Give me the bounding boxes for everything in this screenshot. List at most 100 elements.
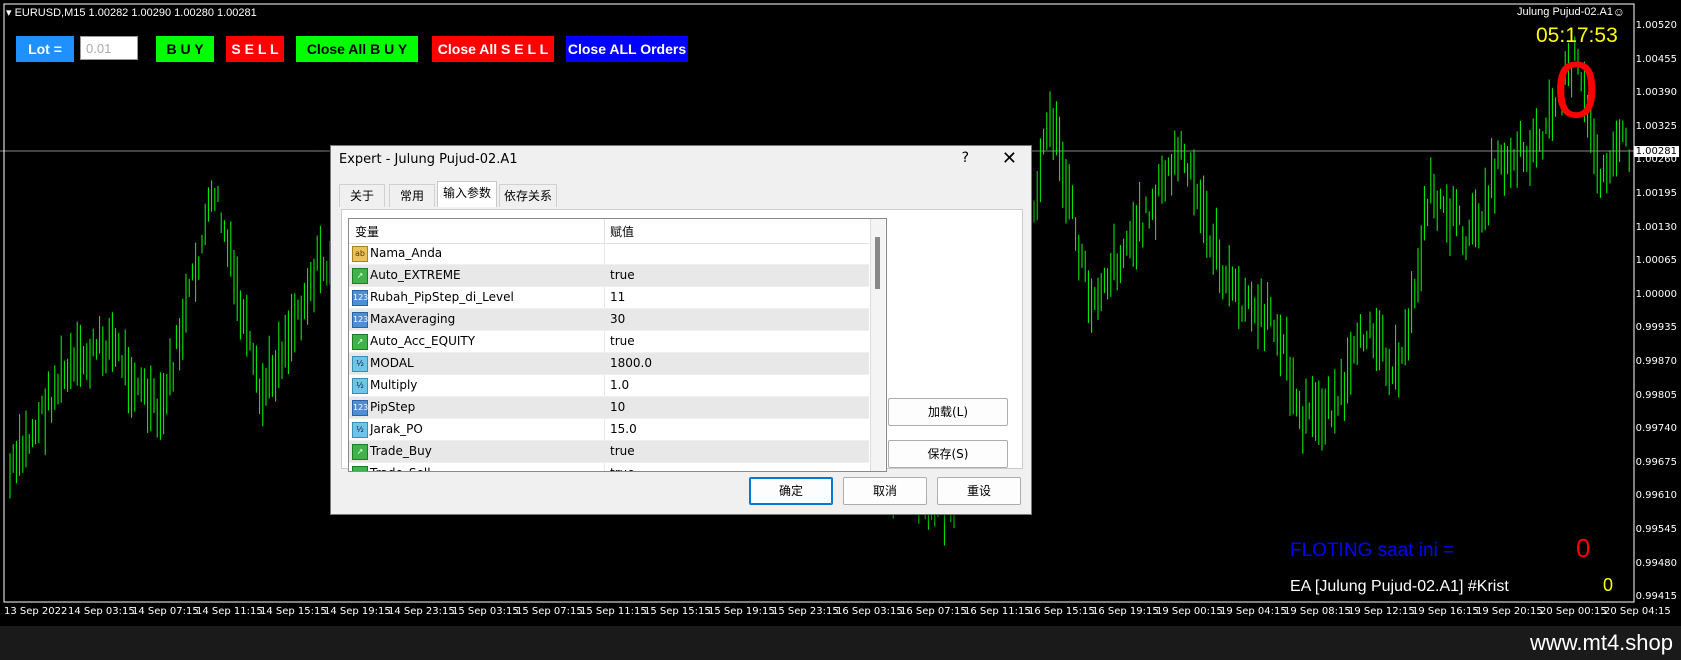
param-row[interactable]: ab Nama_Anda xyxy=(349,243,869,265)
integer-icon: 123 xyxy=(352,312,368,328)
param-value[interactable]: 30 xyxy=(610,312,625,326)
time-label: 14 Sep 11:15 xyxy=(196,606,263,617)
buy-button[interactable]: B U Y xyxy=(156,36,214,62)
price-label: 1.00325 xyxy=(1635,120,1677,132)
param-value[interactable]: 15.0 xyxy=(610,422,637,436)
time-label: 19 Sep 16:15 xyxy=(1412,606,1479,617)
expert-dialog: Expert - Julung Pujud-02.A1 ? ✕ 关于 常用 输入… xyxy=(330,145,1032,515)
floating-value: 0 xyxy=(1576,533,1591,563)
smiley-icon[interactable]: ☺ xyxy=(1613,5,1625,19)
param-name: Trade_Sell xyxy=(370,466,431,471)
param-row[interactable]: ↗Trade_Sell true xyxy=(349,463,869,471)
param-value[interactable]: 11 xyxy=(610,290,625,304)
param-value[interactable]: true xyxy=(610,334,635,348)
tab-about[interactable]: 关于 xyxy=(339,184,385,207)
time-label: 19 Sep 12:15 xyxy=(1348,606,1415,617)
time-label: 16 Sep 11:15 xyxy=(964,606,1031,617)
time-label: 15 Sep 11:15 xyxy=(580,606,647,617)
close-all-orders-button[interactable]: Close ALL Orders xyxy=(566,36,688,62)
time-label: 16 Sep 07:15 xyxy=(900,606,967,617)
double-icon: ½ xyxy=(352,378,368,394)
cancel-button[interactable]: 取消 xyxy=(843,477,927,505)
ok-button[interactable]: 确定 xyxy=(749,477,833,505)
param-row[interactable]: ½ Jarak_PO 15.0 xyxy=(349,419,869,441)
param-row[interactable]: ↗ Auto_EXTREME true xyxy=(349,265,869,287)
price-label: 0.99610 xyxy=(1635,490,1677,502)
time-label: 20 Sep 00:15 xyxy=(1540,606,1607,617)
time-label: 19 Sep 04:15 xyxy=(1220,606,1287,617)
floating-label: FLOTING saat ini = xyxy=(1290,540,1455,561)
current-price: 1.00281 xyxy=(1633,146,1679,157)
lot-input[interactable]: 0.01 xyxy=(80,36,138,60)
param-name: MODAL xyxy=(370,356,414,370)
column-value[interactable]: 赋值 xyxy=(610,223,634,240)
integer-icon: 123 xyxy=(352,400,368,416)
close-all-sell-button[interactable]: Close All S E L L xyxy=(432,36,554,62)
time-label: 19 Sep 20:15 xyxy=(1476,606,1543,617)
param-row[interactable]: ½ Multiply 1.0 xyxy=(349,375,869,397)
param-row[interactable]: ½ MODAL 1800.0 xyxy=(349,353,869,375)
price-label: 0.99935 xyxy=(1635,322,1677,334)
save-button[interactable]: 保存(S) xyxy=(888,440,1008,468)
param-value[interactable]: 10 xyxy=(610,400,625,414)
param-row[interactable]: ↗ Trade_Buy true xyxy=(349,441,869,463)
integer-icon: 123 xyxy=(352,290,368,306)
bottom-bar xyxy=(0,626,1681,660)
close-icon[interactable]: ✕ xyxy=(1002,148,1017,169)
param-value[interactable]: 1800.0 xyxy=(610,356,652,370)
close-all-buy-button[interactable]: Close All B U Y xyxy=(296,36,418,62)
price-label: 1.00390 xyxy=(1635,87,1677,99)
time-label: 16 Sep 15:15 xyxy=(1028,606,1095,617)
load-button[interactable]: 加载(L) xyxy=(888,398,1008,426)
price-label: 0.99740 xyxy=(1635,423,1677,435)
watermark: www.mt4.shop xyxy=(1529,630,1673,655)
param-value[interactable]: true xyxy=(610,466,635,471)
ea-name-top: Julung Pujud-02.A1 xyxy=(1516,6,1613,18)
param-row[interactable]: 123 MaxAveraging 30 xyxy=(349,309,869,331)
ea-footer-value: 0 xyxy=(1603,575,1614,595)
time-label: 14 Sep 15:15 xyxy=(260,606,327,617)
time-label: 15 Sep 15:15 xyxy=(644,606,711,617)
param-row[interactable]: ↗ Auto_Acc_EQUITY true xyxy=(349,331,869,353)
time-label: 14 Sep 07:15 xyxy=(132,606,199,617)
string-icon: ab xyxy=(352,246,368,262)
price-label: 1.00065 xyxy=(1635,255,1677,267)
tab-dependencies[interactable]: 依存关系 xyxy=(499,184,557,207)
vertical-scrollbar[interactable] xyxy=(870,219,885,471)
tab-inputs[interactable]: 输入参数 xyxy=(437,181,497,207)
table-header: 变量 赋值 xyxy=(349,219,869,244)
column-variable[interactable]: 变量 xyxy=(355,223,379,240)
time-label: 15 Sep 19:15 xyxy=(708,606,775,617)
time-label: 13 Sep 2022 xyxy=(4,606,68,617)
time-label: 14 Sep 19:15 xyxy=(324,606,391,617)
param-name: Multiply xyxy=(370,378,418,392)
reset-button[interactable]: 重设 xyxy=(937,477,1021,505)
scroll-thumb[interactable] xyxy=(875,237,880,289)
big-zero: 0 xyxy=(1554,45,1599,134)
sell-button[interactable]: S E L L xyxy=(226,36,284,62)
param-row[interactable]: 123 PipStep 10 xyxy=(349,397,869,419)
price-label: 0.99415 xyxy=(1635,591,1677,603)
time-label: 19 Sep 08:15 xyxy=(1284,606,1351,617)
lot-label-button[interactable]: Lot = xyxy=(16,36,74,62)
price-label: 0.99480 xyxy=(1635,557,1677,569)
time-label: 14 Sep 23:15 xyxy=(388,606,455,617)
price-label: 0.99805 xyxy=(1635,389,1677,401)
param-name: Rubah_PipStep_di_Level xyxy=(370,290,514,304)
tab-common[interactable]: 常用 xyxy=(389,184,435,207)
help-button[interactable]: ? xyxy=(962,150,969,166)
param-value[interactable]: 1.0 xyxy=(610,378,629,392)
param-value[interactable]: true xyxy=(610,444,635,458)
ea-footer: EA [Julung Pujud-02.A1] #Krist xyxy=(1290,578,1509,595)
price-label: 0.99545 xyxy=(1635,524,1677,535)
time-label: 20 Sep 04:15 xyxy=(1604,606,1671,617)
param-name: Nama_Anda xyxy=(370,246,443,260)
symbol-header-text: EURUSD,M15 1.00282 1.00290 1.00280 1.002… xyxy=(14,7,257,19)
price-label: 1.00195 xyxy=(1635,188,1677,199)
param-value[interactable]: true xyxy=(610,268,635,282)
params-rows: ab Nama_Anda ↗ Auto_EXTREME true 123 Rubah_Pip… xyxy=(349,243,869,471)
params-table[interactable]: 变量 赋值 ab Nama_Anda ↗ Auto_EXTREME true 123 Rub… xyxy=(348,218,887,472)
time-label: 15 Sep 23:15 xyxy=(772,606,839,617)
param-row[interactable]: 123 Rubah_PipStep_di_Level 11 xyxy=(349,287,869,309)
price-label: 0.99870 xyxy=(1635,356,1677,367)
